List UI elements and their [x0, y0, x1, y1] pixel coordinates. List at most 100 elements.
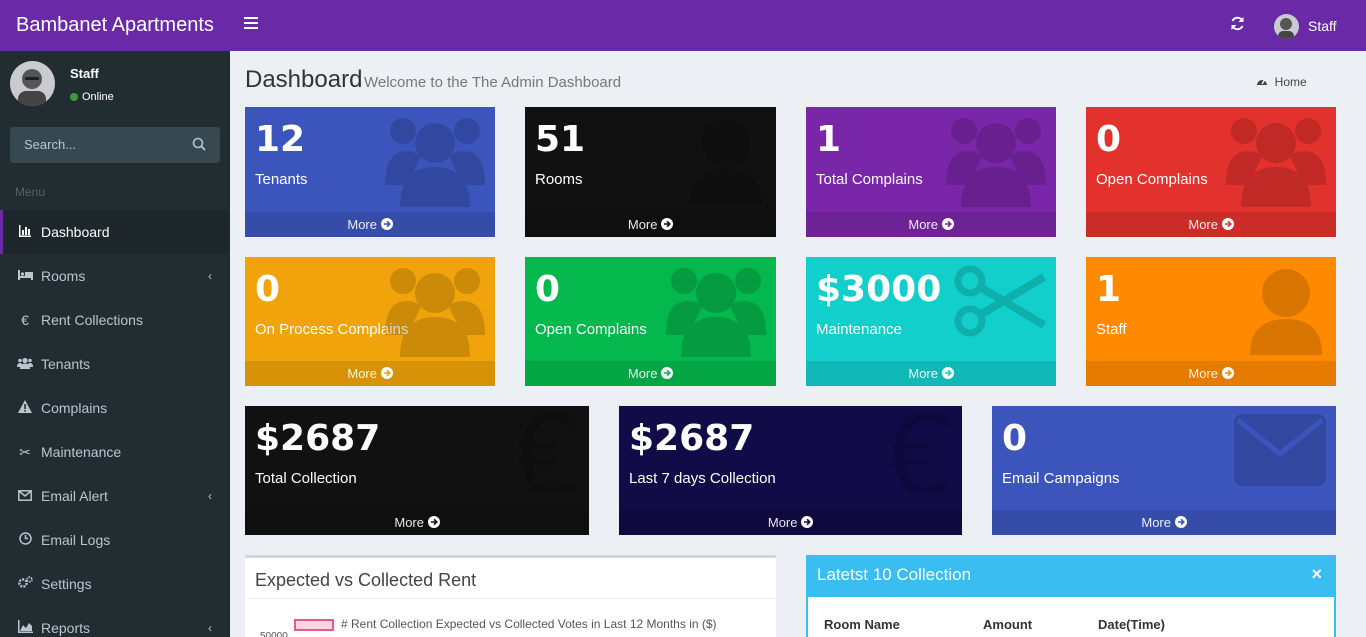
stat-value: 51: [535, 119, 586, 160]
users-icon: [1226, 115, 1326, 212]
stat-box-last-7-days-collection: $2687 Last 7 days Collection More: [619, 406, 962, 535]
sidebar-item-rooms[interactable]: Rooms ‹: [0, 254, 230, 298]
sidebar-item-reports[interactable]: Reports ‹: [0, 606, 230, 637]
arrow-circle-right-icon: [1221, 366, 1234, 381]
envelope-icon: [1234, 414, 1326, 491]
more-info-link[interactable]: More: [245, 510, 589, 535]
stat-box-on-process-complains: 0 On Process Complains More: [245, 257, 495, 386]
header-user-name[interactable]: Staff: [1308, 18, 1337, 34]
stat-box-staff: 1 Staff More: [1086, 257, 1336, 386]
search-icon[interactable]: [192, 137, 206, 156]
stat-value: 0: [1002, 418, 1028, 459]
sidebar-toggle-button[interactable]: [244, 17, 258, 32]
arrow-circle-right-icon: [380, 217, 393, 232]
sidebar-item-tenants[interactable]: Tenants: [0, 342, 230, 386]
stat-box-rooms: 51 Rooms More: [525, 107, 776, 237]
stat-box-email-campaigns: 0 Email Campaigns More: [992, 406, 1336, 535]
sidebar-item-dashboard[interactable]: Dashboard: [0, 210, 230, 254]
sidebar-item-label: Tenants: [41, 356, 91, 372]
arrow-circle-right-icon: [1174, 515, 1187, 530]
envelope-icon: [17, 488, 33, 504]
stat-label: Last 7 days Collection: [629, 470, 776, 487]
users-icon: [385, 265, 485, 362]
stat-value: 12: [255, 119, 306, 160]
user-name: Staff: [70, 66, 99, 81]
stat-label: Total Complains: [816, 171, 923, 188]
page-subtitle: Welcome to the The Admin Dashboard: [364, 74, 622, 91]
header-user-avatar[interactable]: [1274, 14, 1299, 39]
column-header-amount: Amount: [983, 617, 1033, 632]
sidebar-search[interactable]: Search...: [10, 127, 220, 163]
stat-label: Email Campaigns: [1002, 470, 1120, 487]
clock-icon: [17, 532, 33, 548]
more-info-link[interactable]: More: [1086, 361, 1336, 386]
stat-value: 1: [1096, 269, 1122, 310]
arrow-circle-right-icon: [941, 217, 954, 232]
users-icon: [385, 115, 485, 212]
column-header-room-name: Room Name: [824, 617, 900, 632]
more-info-link[interactable]: More: [619, 510, 962, 535]
sidebar-item-label: Complains: [41, 400, 108, 416]
page-title: Dashboard: [245, 66, 363, 93]
breadcrumb-home[interactable]: Home: [1275, 75, 1307, 89]
stat-label: Open Complains: [1096, 171, 1208, 188]
stat-label: Staff: [1096, 321, 1127, 338]
chart-legend-label: # Rent Collection Expected vs Collected …: [341, 617, 717, 631]
sidebar-item-email-alert[interactable]: Email Alert ‹: [0, 474, 230, 518]
sidebar-item-label: Reports: [41, 620, 91, 636]
sidebar-item-settings[interactable]: Settings: [0, 562, 230, 606]
stat-value: $3000: [816, 269, 942, 310]
online-dot-icon: [70, 93, 78, 102]
users-icon: [946, 115, 1046, 212]
search-input[interactable]: Search...: [24, 137, 76, 152]
warning-icon: [17, 400, 33, 416]
euro-icon: [892, 410, 952, 499]
users-icon: [17, 356, 33, 372]
stat-box-open-complains: 0 Open Complains More: [1086, 107, 1336, 237]
more-info-link[interactable]: More: [245, 361, 495, 386]
arrow-circle-right-icon: [801, 515, 814, 530]
refresh-icon[interactable]: [1230, 16, 1245, 36]
arrow-circle-right-icon: [1221, 217, 1234, 232]
arrow-circle-right-icon: [427, 515, 440, 530]
more-info-link[interactable]: More: [806, 361, 1056, 386]
more-info-link[interactable]: More: [992, 510, 1336, 535]
arrow-circle-right-icon: [661, 217, 674, 232]
stat-value: $2687: [255, 418, 381, 459]
euro-icon: [519, 410, 579, 499]
arrow-circle-right-icon: [661, 366, 674, 381]
users-icon: [666, 265, 766, 362]
chevron-left-icon: ‹: [208, 269, 212, 283]
stat-value: 0: [535, 269, 561, 310]
sidebar-item-complains[interactable]: Complains: [0, 386, 230, 430]
stat-box-maintenance: $3000 Maintenance More: [806, 257, 1056, 386]
more-info-link[interactable]: More: [525, 212, 776, 237]
sidebar-item-rent-collections[interactable]: € Rent Collections: [0, 298, 230, 342]
sidebar-item-label: Rent Collections: [41, 312, 143, 328]
menu-header: Menu: [15, 185, 46, 199]
more-info-link[interactable]: More: [245, 212, 495, 237]
euro-icon: €: [21, 312, 29, 328]
more-info-link[interactable]: More: [806, 212, 1056, 237]
arrow-circle-right-icon: [941, 366, 954, 381]
stat-label: Tenants: [255, 171, 308, 188]
sidebar-item-label: Dashboard: [41, 224, 110, 240]
sidebar: Bambanet Apartments Staff Online Search.…: [0, 0, 230, 637]
more-info-link[interactable]: More: [1086, 212, 1336, 237]
user-icon: [686, 115, 766, 210]
chart-legend-swatch[interactable]: [294, 619, 334, 631]
sidebar-item-email-logs[interactable]: Email Logs: [0, 518, 230, 562]
more-info-link[interactable]: More: [525, 361, 776, 386]
stat-box-open-complains: 0 Open Complains More: [525, 257, 776, 386]
sidebar-item-label: Settings: [41, 576, 92, 592]
arrow-circle-right-icon: [380, 366, 393, 381]
stat-value: 0: [1096, 119, 1122, 160]
latest-collection-panel: Latetst 10 Collection × Room Name Amount…: [806, 555, 1336, 637]
stat-box-tenants: 12 Tenants More: [245, 107, 495, 237]
stat-label: Open Complains: [535, 321, 647, 338]
stat-label: Rooms: [535, 171, 583, 188]
breadcrumb[interactable]: Home: [1256, 75, 1307, 89]
brand-logo[interactable]: Bambanet Apartments: [0, 0, 230, 51]
sidebar-item-maintenance[interactable]: ✂ Maintenance: [0, 430, 230, 474]
close-icon[interactable]: ×: [1311, 564, 1322, 585]
